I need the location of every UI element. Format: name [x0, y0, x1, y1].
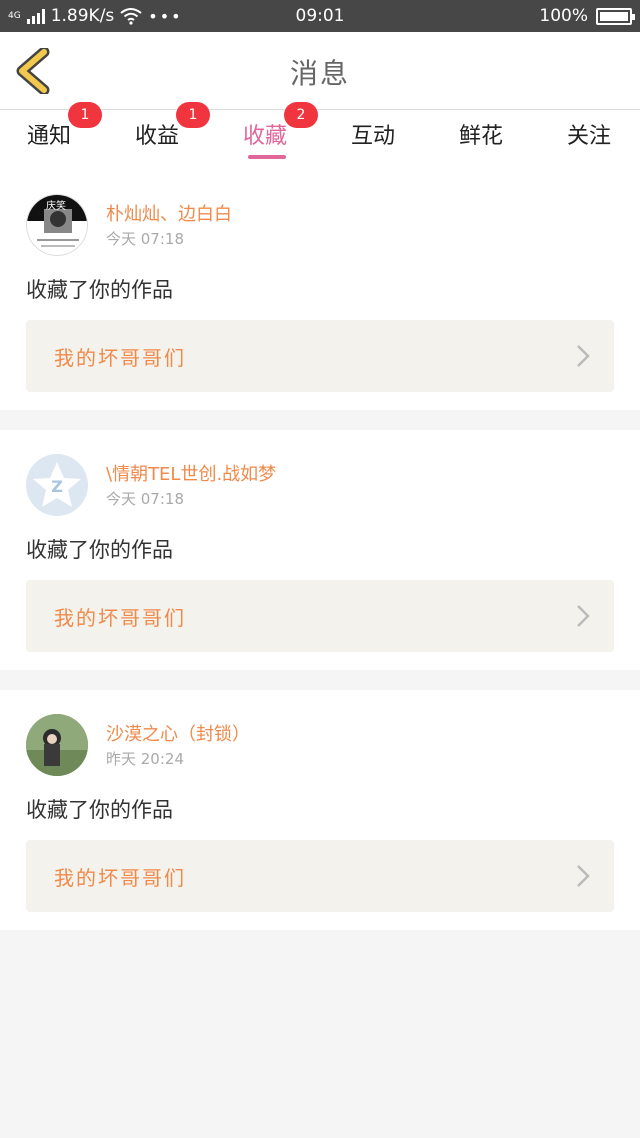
header: 消息 — [0, 32, 640, 110]
battery-level — [600, 11, 628, 21]
message-card: 庆笑 朴灿灿、边白白 今天 07:18 收藏了你的作品 我的坏哥哥们 — [0, 170, 640, 410]
earnings-badge: 1 — [176, 102, 210, 128]
avatar[interactable] — [26, 714, 88, 776]
tab-flowers[interactable]: 鲜花 — [459, 118, 503, 150]
notifications-badge: 1 — [68, 102, 102, 128]
active-tab-indicator — [248, 155, 286, 159]
tab-earnings[interactable]: 收益 — [135, 118, 179, 150]
timestamp: 今天 07:18 — [106, 230, 184, 248]
username-link[interactable]: 朴灿灿、边白白 — [106, 200, 232, 226]
page-title: 消息 — [289, 57, 350, 90]
chevron-right-icon — [577, 865, 590, 887]
message-card: Z \情朝TEL世创.战如梦 今天 07:18 收藏了你的作品 我的坏哥哥们 — [0, 430, 640, 670]
tab-label: 关注 — [567, 124, 612, 149]
tab-favorites[interactable]: 收藏 — [243, 118, 287, 150]
chevron-right-icon — [577, 605, 590, 627]
avatar[interactable]: Z — [26, 454, 88, 516]
work-title: 我的坏哥哥们 — [54, 866, 186, 890]
status-bar: 4G 1.89K/s ••• 09:01 100% — [0, 0, 640, 32]
avatar[interactable]: 庆笑 — [26, 194, 88, 256]
tab-interactions[interactable]: 互动 — [351, 118, 395, 150]
work-link[interactable]: 我的坏哥哥们 — [26, 320, 614, 392]
tab-label: 通知 — [27, 124, 72, 149]
username-link[interactable]: \情朝TEL世创.战如梦 — [106, 460, 276, 486]
work-title: 我的坏哥哥们 — [54, 346, 186, 370]
tab-notifications[interactable]: 通知 — [27, 118, 71, 150]
battery-icon — [596, 7, 635, 25]
tab-label: 收益 — [135, 124, 180, 149]
action-text: 收藏了你的作品 — [26, 278, 173, 302]
work-link[interactable]: 我的坏哥哥们 — [26, 840, 614, 912]
status-right: 100% — [539, 6, 635, 26]
work-link[interactable]: 我的坏哥哥们 — [26, 580, 614, 652]
username-link[interactable]: 沙漠之心（封锁） — [106, 720, 250, 746]
timestamp: 今天 07:18 — [106, 490, 184, 508]
tab-following[interactable]: 关注 — [567, 118, 611, 150]
svg-text:Z: Z — [51, 477, 63, 496]
avatar-image — [26, 714, 88, 776]
tab-bar: 通知 1 收益 1 收藏 2 互动 鲜花 关注 — [0, 102, 640, 172]
favorites-badge: 2 — [284, 102, 318, 128]
action-text: 收藏了你的作品 — [26, 798, 173, 822]
battery-percent: 100% — [539, 6, 588, 26]
default-avatar-icon: Z — [33, 462, 81, 507]
action-text: 收藏了你的作品 — [26, 538, 173, 562]
avatar-caption: 庆笑 — [46, 201, 66, 212]
timestamp: 昨天 20:24 — [106, 750, 184, 768]
message-card: 沙漠之心（封锁） 昨天 20:24 收藏了你的作品 我的坏哥哥们 — [0, 690, 640, 930]
chevron-right-icon — [577, 345, 590, 367]
tab-label: 互动 — [351, 124, 396, 149]
tab-label: 收藏 — [243, 124, 288, 149]
tab-label: 鲜花 — [459, 124, 504, 149]
work-title: 我的坏哥哥们 — [54, 606, 186, 630]
